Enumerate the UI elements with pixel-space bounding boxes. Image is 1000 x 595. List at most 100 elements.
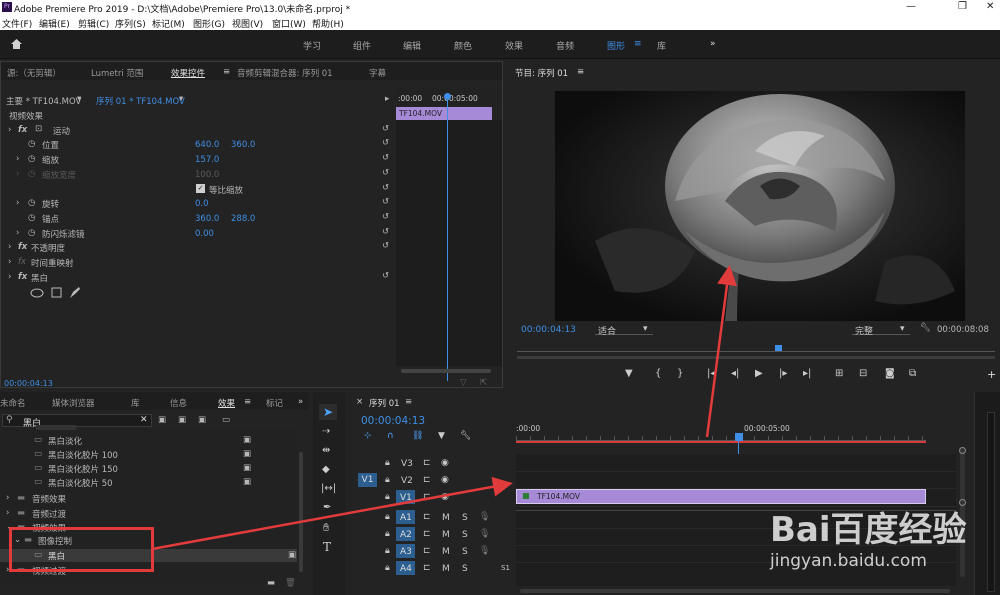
ec-timecode[interactable]: 00:00:04:13 xyxy=(4,379,53,388)
fx-bw-icon[interactable]: fx xyxy=(18,272,27,282)
workspace-graphics[interactable]: 图形 xyxy=(607,39,625,52)
sync-lock-icon[interactable]: ⊏ xyxy=(423,546,431,556)
program-playhead[interactable] xyxy=(775,345,782,351)
ec-playhead-handle[interactable] xyxy=(444,93,451,100)
workspace-more-button[interactable]: » xyxy=(710,39,716,49)
slip-tool-icon[interactable]: |↔| xyxy=(321,483,336,494)
expand-remap-icon[interactable]: › xyxy=(8,257,11,267)
expand-scale-icon[interactable]: › xyxy=(16,154,19,164)
tab-info[interactable]: 信息 xyxy=(170,397,187,409)
workspace-menu-icon[interactable]: ≡ xyxy=(634,39,642,49)
settings-wrench-icon[interactable]: 🔧︎ xyxy=(920,323,931,333)
nest-icon[interactable]: ⊹ xyxy=(364,431,372,441)
selection-tool-icon[interactable]: ➤ xyxy=(323,405,333,419)
audio-transitions-folder[interactable]: 音频过渡 xyxy=(32,508,66,520)
tab-media-browser[interactable]: 媒体浏览器 xyxy=(52,397,95,409)
workspace-learning[interactable]: 学习 xyxy=(303,39,321,52)
audio-effects-folder[interactable]: 音频效果 xyxy=(32,493,66,505)
uniform-scale-checkbox[interactable]: ✓ xyxy=(196,184,205,193)
sync-lock-icon[interactable]: ⊏ xyxy=(423,492,431,502)
type-tool-icon[interactable]: T xyxy=(323,540,331,554)
sequence-menu-icon[interactable]: ≡ xyxy=(405,397,412,407)
quality-dropdown[interactable]: 完整 ▾ xyxy=(852,323,910,337)
workspace-effects[interactable]: 效果 xyxy=(505,39,523,52)
menu-window[interactable]: 窗口(W) xyxy=(272,17,306,30)
motion-transform-icon[interactable]: ⊡ xyxy=(35,124,42,134)
fx-icon[interactable]: fx xyxy=(18,125,27,135)
export-frame-icon[interactable]: ◙ xyxy=(885,368,895,379)
reset-anchor-icon[interactable]: ↺ xyxy=(382,212,389,222)
anchor-y-value[interactable]: 288.0 xyxy=(231,214,255,224)
tab-libraries[interactable]: 库 xyxy=(131,397,140,409)
tab-captions[interactable]: 字幕 xyxy=(369,67,386,79)
timeline-playhead-handle[interactable] xyxy=(735,433,743,441)
track-target-a2[interactable]: A2 xyxy=(396,527,415,541)
mark-out-icon[interactable]: } xyxy=(677,368,683,379)
sequence-tab[interactable]: 序列 01 xyxy=(369,397,400,409)
step-forward-icon[interactable]: |▸ xyxy=(779,368,787,379)
stopwatch-scale-icon[interactable]: ◷ xyxy=(28,154,35,164)
eye-icon[interactable]: ◉ xyxy=(441,475,449,485)
tab-effects[interactable]: 效果 xyxy=(218,397,235,409)
mic-icon[interactable]: 🎙︎ xyxy=(479,512,490,522)
menu-graphics[interactable]: 图形(G) xyxy=(193,17,225,30)
v-scroll-handle-top[interactable] xyxy=(959,447,966,454)
filter-icon[interactable]: ▽ xyxy=(460,378,467,388)
new-custom-bin-icon[interactable]: ▬ xyxy=(267,578,275,588)
mark-in-icon[interactable]: { xyxy=(655,368,661,379)
list-item[interactable]: 黑白淡化胶片 100 xyxy=(48,449,118,461)
restore-button[interactable]: ❐ xyxy=(958,1,967,12)
track-target-a3[interactable]: A3 xyxy=(396,544,415,558)
list-item[interactable]: 黑白淡化胶片 50 xyxy=(48,477,113,489)
sync-lock-icon[interactable]: ⊏ xyxy=(423,563,431,573)
ec-timeline-area[interactable] xyxy=(396,120,502,366)
reset-rotation-icon[interactable]: ↺ xyxy=(382,197,389,207)
stopwatch-rotation-icon[interactable]: ◷ xyxy=(28,198,35,208)
new-bin-icon[interactable]: ▭ xyxy=(222,415,230,425)
lock-icon[interactable]: 🔒︎ xyxy=(385,475,390,485)
reset-opacity-icon[interactable]: ↺ xyxy=(382,241,389,251)
32bit-filter-icon[interactable]: ▣ xyxy=(178,415,186,425)
timeline-horizontal-scrollbar[interactable] xyxy=(520,589,950,593)
snap-icon[interactable]: ∩ xyxy=(387,431,394,441)
lock-icon[interactable]: 🔒︎ xyxy=(385,529,390,539)
track-target-v1[interactable]: V1 xyxy=(396,490,415,504)
mute-button[interactable]: M xyxy=(442,530,450,540)
reset-antiflicker-icon[interactable]: ↺ xyxy=(382,227,389,237)
sync-lock-icon[interactable]: ⊏ xyxy=(423,529,431,539)
effects-scrollbar[interactable] xyxy=(299,452,303,572)
workspace-editing[interactable]: 编辑 xyxy=(403,39,421,52)
menu-help[interactable]: 帮助(H) xyxy=(312,17,344,30)
antiflicker-value[interactable]: 0.00 xyxy=(195,229,214,239)
add-button-icon[interactable]: + xyxy=(987,368,996,381)
mic-icon[interactable]: 🎙︎ xyxy=(479,546,490,556)
timeline-settings-icon[interactable]: 🔧︎ xyxy=(460,431,471,441)
anchor-x-value[interactable]: 360.0 xyxy=(195,214,219,224)
lock-icon[interactable]: 🔒︎ xyxy=(385,563,390,573)
track-target-a4[interactable]: A4 xyxy=(396,561,415,575)
dropdown-icon-2[interactable]: ▾ xyxy=(179,94,183,104)
tab-source[interactable]: 源:（无剪辑） xyxy=(7,67,61,79)
solo-button[interactable]: S xyxy=(462,530,468,540)
work-area-bar[interactable] xyxy=(516,441,926,443)
list-item[interactable]: 黑白淡化 xyxy=(48,435,82,447)
track-select-tool-icon[interactable]: ⇢ xyxy=(322,426,330,437)
clear-search-icon[interactable]: ✕ xyxy=(140,415,148,425)
stopwatch-antiflicker-icon[interactable]: ◷ xyxy=(28,228,35,238)
solo-button[interactable]: S xyxy=(462,547,468,557)
play-only-icon[interactable]: ▸ xyxy=(385,94,389,104)
mute-button[interactable]: M xyxy=(442,564,450,574)
more-tabs-icon[interactable]: » xyxy=(298,397,303,407)
step-back-icon[interactable]: ◂| xyxy=(731,368,739,379)
minimize-button[interactable]: — xyxy=(906,1,916,12)
expand-audio-transitions-icon[interactable]: › xyxy=(6,508,9,518)
go-to-in-icon[interactable]: |◂ xyxy=(707,368,715,379)
lock-icon[interactable]: 🔒︎ xyxy=(385,512,390,522)
rotation-value[interactable]: 0.0 xyxy=(195,199,209,209)
solo-button[interactable]: S xyxy=(462,513,468,523)
source-patch-v1[interactable]: V1 xyxy=(358,473,377,487)
eye-icon[interactable]: ◉ xyxy=(441,492,449,502)
razor-tool-icon[interactable]: ◆ xyxy=(322,464,330,475)
expand-audio-effects-icon[interactable]: › xyxy=(6,493,9,503)
workspace-color[interactable]: 颜色 xyxy=(454,39,472,52)
